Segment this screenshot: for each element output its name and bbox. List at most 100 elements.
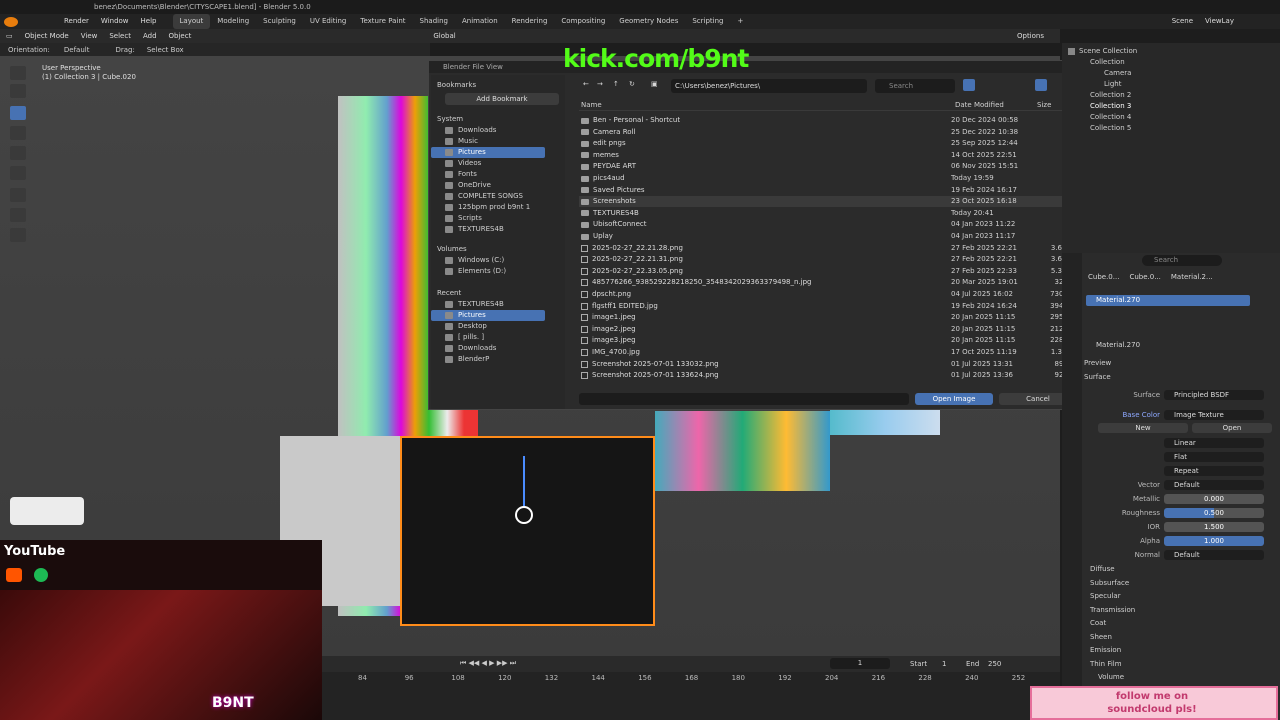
file-row[interactable]: PEYDAE ART 06 Nov 2025 15:51 xyxy=(579,161,1077,172)
metallic-slider[interactable]: 0.000 xyxy=(1164,494,1264,504)
recent-item[interactable]: Desktop xyxy=(431,321,565,332)
outliner-item[interactable]: Camera xyxy=(1068,68,1274,79)
vector-field[interactable]: Default xyxy=(1164,480,1264,490)
recent-item[interactable]: Downloads xyxy=(431,343,565,354)
properties-search-input[interactable]: Search xyxy=(1142,255,1222,266)
outliner-item[interactable]: Light xyxy=(1068,79,1274,90)
viewlayer-selector[interactable]: ViewLay xyxy=(1199,14,1240,29)
material-slot-list[interactable]: Material.270 xyxy=(1086,295,1250,306)
scene-collection-row[interactable]: Scene Collection xyxy=(1068,46,1274,57)
system-item[interactable]: Scripts xyxy=(431,213,565,224)
editor-type-icon[interactable]: ▭ xyxy=(0,29,19,43)
subpanel-specular[interactable]: Specular xyxy=(1090,592,1121,600)
blender-logo-icon[interactable] xyxy=(4,16,18,27)
recent-item[interactable]: BlenderP xyxy=(431,354,565,365)
file-row[interactable]: Screenshots 23 Oct 2025 16:18 xyxy=(579,196,1077,208)
interpolation-dropdown[interactable]: Linear xyxy=(1164,438,1264,448)
open-image-button[interactable]: Open Image xyxy=(915,393,993,405)
menu-help[interactable]: Help xyxy=(135,14,163,29)
menu-object[interactable]: Object xyxy=(163,29,198,43)
system-item[interactable]: TEXTURES4B xyxy=(431,224,565,235)
search-input[interactable]: Search xyxy=(875,79,955,93)
surface-shader-field[interactable]: Principled BSDF xyxy=(1164,390,1264,400)
system-header[interactable]: System xyxy=(431,113,565,125)
subpanel-sheen[interactable]: Sheen xyxy=(1090,633,1112,641)
new-folder-icon[interactable]: ▣ xyxy=(651,80,658,88)
volume-item[interactable]: Windows (C:) xyxy=(431,255,565,266)
file-row[interactable]: Uplay 04 Jan 2023 11:17 xyxy=(579,231,1077,242)
building-graffiti-right[interactable] xyxy=(830,410,940,435)
tab-layout[interactable]: Layout xyxy=(172,14,211,29)
volumes-header[interactable]: Volumes xyxy=(431,243,565,255)
options-dropdown[interactable]: Options xyxy=(1011,29,1050,43)
system-item-selected[interactable]: Pictures xyxy=(431,147,545,158)
menu-select[interactable]: Select xyxy=(103,29,137,43)
file-row[interactable]: UbisoftConnect 04 Jan 2023 11:22 xyxy=(579,219,1077,230)
projection-dropdown[interactable]: Flat xyxy=(1164,452,1264,462)
drag-dropdown[interactable]: Select Box xyxy=(147,46,184,54)
transform-orientation-dropdown[interactable]: Global xyxy=(427,29,461,43)
tab-uv-editing[interactable]: UV Editing xyxy=(303,14,354,29)
tool-measure-icon[interactable] xyxy=(10,208,26,222)
file-row[interactable]: Ben - Personal - Shortcut 20 Dec 2024 00:… xyxy=(579,115,1077,126)
menu-add[interactable]: Add xyxy=(137,29,163,43)
file-row[interactable]: edit pngs 25 Sep 2025 12:44 xyxy=(579,138,1077,149)
menu-window[interactable]: Window xyxy=(95,14,135,29)
system-item[interactable]: Music xyxy=(431,136,565,147)
outliner-item[interactable]: Collection 2 xyxy=(1068,90,1274,101)
filename-input[interactable] xyxy=(579,393,909,405)
outliner-item-active[interactable]: Collection 3 xyxy=(1068,101,1274,112)
col-size[interactable]: Size xyxy=(1037,101,1051,109)
file-row[interactable]: memes 14 Oct 2025 22:51 xyxy=(579,150,1077,161)
volume-item[interactable]: Elements (D:) xyxy=(431,266,565,277)
alpha-slider[interactable]: 1.000 xyxy=(1164,536,1264,546)
selected-cube[interactable] xyxy=(400,436,655,626)
subpanel-transmission[interactable]: Transmission xyxy=(1090,606,1135,614)
file-row[interactable]: 485776266_938529228218250_35483420293633… xyxy=(579,277,1077,288)
system-item[interactable]: Videos xyxy=(431,158,565,169)
start-field[interactable]: 1 xyxy=(942,660,946,668)
tab-sculpting[interactable]: Sculpting xyxy=(256,14,303,29)
file-row[interactable]: 2025-02-27_22.33.05.png 27 Feb 2025 22:33… xyxy=(579,266,1077,277)
recent-header[interactable]: Recent xyxy=(431,287,565,299)
tab-animation[interactable]: Animation xyxy=(455,14,505,29)
refresh-icon[interactable]: ↻ xyxy=(629,80,635,88)
tab-shading[interactable]: Shading xyxy=(413,14,455,29)
building-graffiti[interactable] xyxy=(655,411,830,491)
tab-rendering[interactable]: Rendering xyxy=(505,14,555,29)
outliner-item[interactable]: Collection 4 xyxy=(1068,112,1274,123)
file-row[interactable]: 2025-02-27_22.21.28.png 27 Feb 2025 22:21… xyxy=(579,243,1077,254)
tool-add-cube-icon[interactable] xyxy=(10,228,26,242)
system-item[interactable]: COMPLETE SONGS xyxy=(431,191,565,202)
menu-view[interactable]: View xyxy=(75,29,104,43)
gizmo-z-axis[interactable] xyxy=(523,456,525,506)
file-row[interactable]: image1.jpeg20 Jan 2025 11:15295 KiB xyxy=(579,312,1077,323)
menu-render[interactable]: Render xyxy=(58,14,95,29)
file-row[interactable]: IMG_4700.jpg17 Oct 2025 11:191.3 MiB xyxy=(579,347,1077,358)
file-row[interactable]: Camera Roll 25 Dec 2022 10:38 xyxy=(579,127,1077,138)
tool-move-icon[interactable] xyxy=(10,106,26,120)
forward-icon[interactable]: → xyxy=(597,80,603,88)
file-row[interactable]: Screenshot 2025-07-01 133032.png 01 Jul 2… xyxy=(579,359,1077,370)
new-image-button[interactable]: New xyxy=(1098,423,1188,433)
play-controls[interactable]: ⏮ ◀◀ ◀ ▶ ▶▶ ⏭ xyxy=(460,659,516,668)
mode-dropdown[interactable]: Object Mode xyxy=(19,29,75,43)
orientation-dropdown[interactable]: Default xyxy=(64,46,90,54)
open-image-prop-button[interactable]: Open xyxy=(1192,423,1272,433)
system-item[interactable]: 125bpm prod b9nt 1 xyxy=(431,202,565,213)
preview-panel[interactable]: Preview xyxy=(1084,359,1111,367)
file-row[interactable]: flgstff1 EDITED.jpg 19 Feb 2024 16:24 394 … xyxy=(579,301,1077,312)
volume-panel[interactable]: Volume xyxy=(1098,673,1124,681)
tool-cursor-icon[interactable] xyxy=(10,84,26,98)
filter-icon[interactable] xyxy=(1035,79,1047,91)
add-bookmark-button[interactable]: Add Bookmark xyxy=(445,93,559,105)
recent-item[interactable]: TEXTURES4B xyxy=(431,299,565,310)
normal-field[interactable]: Default xyxy=(1164,550,1264,560)
recent-item-selected[interactable]: Pictures xyxy=(431,310,545,321)
tool-transform-icon[interactable] xyxy=(10,166,26,180)
file-row[interactable]: Screenshot 2025-07-01 133624.png 01 Jul 2… xyxy=(579,370,1077,381)
back-icon[interactable]: ← xyxy=(583,80,589,88)
recent-item[interactable]: [ pills. ] xyxy=(431,332,565,343)
add-workspace-icon[interactable]: + xyxy=(730,14,750,29)
subpanel-emission[interactable]: Emission xyxy=(1090,646,1121,654)
